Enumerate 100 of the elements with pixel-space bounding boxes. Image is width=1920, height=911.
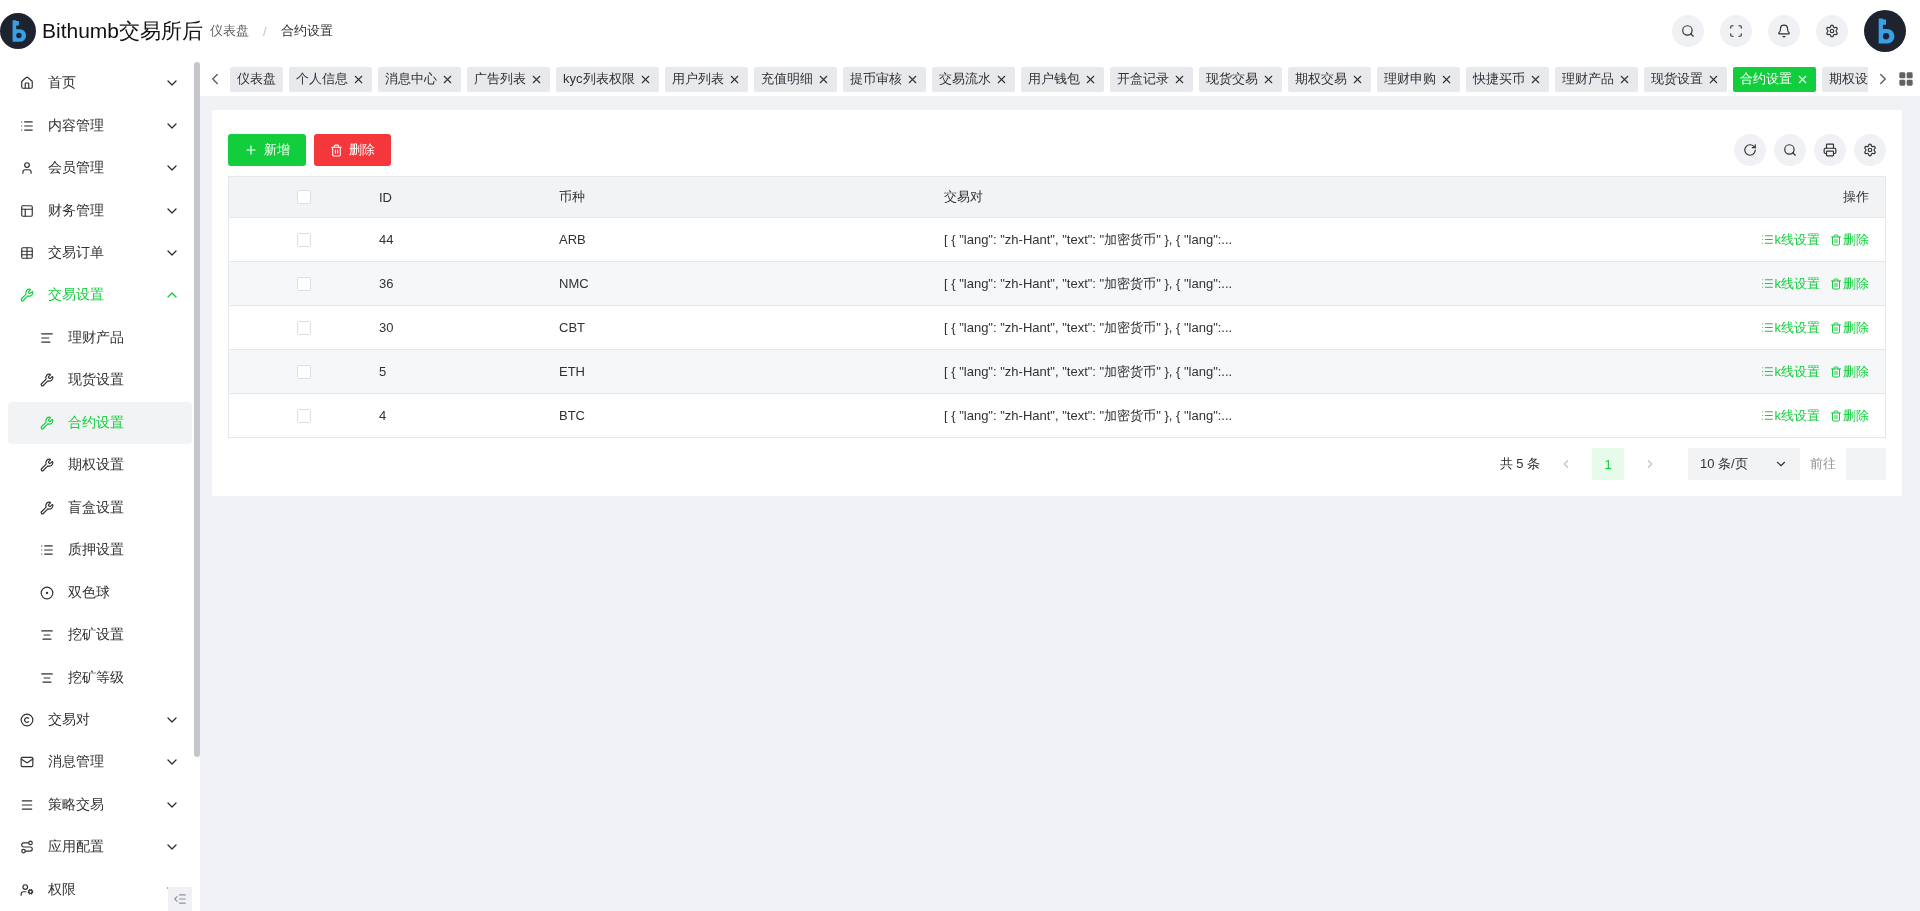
- total-count: 共 5 条: [1499, 455, 1540, 473]
- print-button[interactable]: [1814, 134, 1846, 166]
- page-tab[interactable]: 广告列表: [467, 66, 550, 92]
- sidebar-item[interactable]: 会员管理: [8, 146, 192, 190]
- table-cell-text: [ { "lang": "zh-Hant", "text": "加密货币" }, { "lang":...: [944, 362, 1234, 381]
- page-tab[interactable]: 现货设置: [1643, 66, 1727, 92]
- table-cell-text: BTC: [559, 408, 586, 423]
- page-tab[interactable]: 交易流水: [931, 66, 1015, 92]
- page-tab[interactable]: 提币审核: [842, 66, 926, 92]
- sidebar-item[interactable]: 策略交易: [8, 783, 192, 827]
- page-size-select[interactable]: 10 条/页: [1688, 448, 1800, 480]
- row-checkbox[interactable]: [297, 276, 311, 291]
- fullscreen-icon: [1729, 24, 1743, 38]
- page-tab[interactable]: 现货交易: [1198, 66, 1282, 92]
- delete-button[interactable]: 删除: [314, 134, 391, 166]
- table-cell-text: 5: [379, 364, 388, 379]
- app-title: Bithumb交易所后: [42, 18, 204, 44]
- settings-icon: [1863, 143, 1877, 157]
- trash-icon: [1830, 233, 1842, 246]
- search-button[interactable]: [1672, 15, 1704, 47]
- table-cell-text: [ { "lang": "zh-Hant", "text": "加密货币" }, { "lang":...: [944, 318, 1234, 337]
- settings-button[interactable]: [1816, 15, 1848, 47]
- page-tab[interactable]: 理财产品: [1554, 66, 1638, 92]
- sidebar-subitem[interactable]: 双色球: [8, 571, 192, 614]
- row-checkbox[interactable]: [297, 232, 311, 247]
- sidebar-subitem[interactable]: 期权设置: [8, 444, 192, 487]
- sidebar-item[interactable]: 消息管理: [8, 741, 192, 784]
- page-tab[interactable]: 期权交易: [1287, 66, 1371, 92]
- refresh-icon: [1743, 143, 1757, 157]
- list-icon: [1760, 409, 1774, 422]
- page-tab[interactable]: 理财申购: [1376, 66, 1460, 92]
- sidebar-item[interactable]: 交易订单: [8, 231, 192, 275]
- row-checkbox[interactable]: [297, 364, 311, 379]
- table-cell-text: NMC: [559, 276, 590, 291]
- page-tab[interactable]: 用户列表: [664, 66, 748, 92]
- settings-button[interactable]: [1854, 134, 1886, 166]
- list-icon: [1760, 365, 1774, 378]
- trash-icon: [1830, 321, 1842, 334]
- bell-button[interactable]: [1768, 15, 1800, 47]
- sidebar-item[interactable]: 交易对: [8, 698, 192, 742]
- column-header: 交易对: [944, 188, 984, 206]
- page-tab[interactable]: 个人信息: [289, 66, 372, 92]
- table-cell-text: [ { "lang": "zh-Hant", "text": "加密货币" }, { "lang":...: [944, 274, 1234, 293]
- page-tab[interactable]: 充值明细: [753, 66, 837, 92]
- page-tab[interactable]: 期权设: [1821, 66, 1868, 92]
- row-checkbox[interactable]: [297, 408, 311, 423]
- printer-icon: [1823, 143, 1837, 157]
- sidebar-item[interactable]: 应用配置: [8, 826, 192, 869]
- column-header: 操作: [1843, 188, 1870, 206]
- page-tab[interactable]: 用户钱包: [1020, 66, 1104, 92]
- sidebar-subitem[interactable]: 盲盒设置: [8, 486, 192, 529]
- sidebar-subitem[interactable]: 质押设置: [8, 529, 192, 572]
- table-cell-text: 44: [379, 232, 395, 247]
- sidebar-item[interactable]: 首页: [8, 62, 192, 105]
- settings-icon: [1825, 24, 1839, 38]
- logo-icon: [0, 13, 36, 49]
- list-icon: [1760, 321, 1774, 334]
- sidebar-subitem[interactable]: 理财产品: [8, 316, 192, 360]
- list-icon: [1760, 233, 1774, 246]
- breadcrumb-item[interactable]: 合约设置: [280, 22, 333, 40]
- sidebar-subitem[interactable]: 挖矿等级: [8, 656, 192, 699]
- bell-icon: [1777, 24, 1791, 38]
- breadcrumb-separator: /: [263, 23, 267, 39]
- sidebar-item[interactable]: 内容管理: [8, 104, 192, 147]
- avatar[interactable]: [1864, 10, 1906, 52]
- goto-label: 前往: [1810, 455, 1836, 473]
- table-cell-text: ETH: [559, 364, 586, 379]
- refresh-button[interactable]: [1734, 134, 1766, 166]
- breadcrumb-item[interactable]: 仪表盘: [210, 22, 249, 40]
- sidebar-subitem[interactable]: 现货设置: [8, 359, 192, 402]
- list-icon: [1760, 277, 1774, 290]
- table-cell-text: 30: [379, 320, 395, 335]
- search-button[interactable]: [1774, 134, 1806, 166]
- grid-icon[interactable]: [1898, 71, 1914, 87]
- table-cell-text: [ { "lang": "zh-Hant", "text": "加密货币" }, { "lang":...: [944, 230, 1234, 249]
- page-tab[interactable]: 消息中心: [378, 66, 461, 92]
- trash-icon: [1830, 365, 1842, 378]
- table-cell-text: 36: [379, 276, 395, 291]
- trash-icon: [330, 143, 343, 157]
- page-tab[interactable]: 开盒记录: [1109, 66, 1193, 92]
- column-header: 币种: [559, 188, 586, 206]
- page-tab[interactable]: kyc列表权限: [556, 66, 659, 92]
- page-tab[interactable]: 快捷买币: [1465, 66, 1549, 92]
- logo-icon: [1864, 10, 1906, 52]
- select-all-checkbox[interactable]: [297, 190, 311, 204]
- search-icon: [1783, 143, 1797, 157]
- table-cell-text: CBT: [559, 320, 586, 335]
- plus-icon: [244, 143, 258, 157]
- page-tab[interactable]: 仪表盘: [230, 66, 283, 92]
- table-cell-text: [ { "lang": "zh-Hant", "text": "加密货币" }, { "lang":...: [944, 406, 1234, 425]
- table-cell-text: 4: [379, 408, 388, 423]
- trash-icon: [1830, 409, 1842, 422]
- column-header: ID: [379, 189, 393, 205]
- sidebar-subitem[interactable]: 挖矿设置: [8, 613, 192, 657]
- row-checkbox[interactable]: [297, 320, 311, 335]
- sidebar-item[interactable]: 财务管理: [8, 189, 192, 232]
- fullscreen-button[interactable]: [1720, 15, 1752, 47]
- trash-icon: [1830, 277, 1842, 290]
- collapse-icon: [173, 892, 187, 906]
- table-cell-text: ARB: [559, 232, 587, 247]
